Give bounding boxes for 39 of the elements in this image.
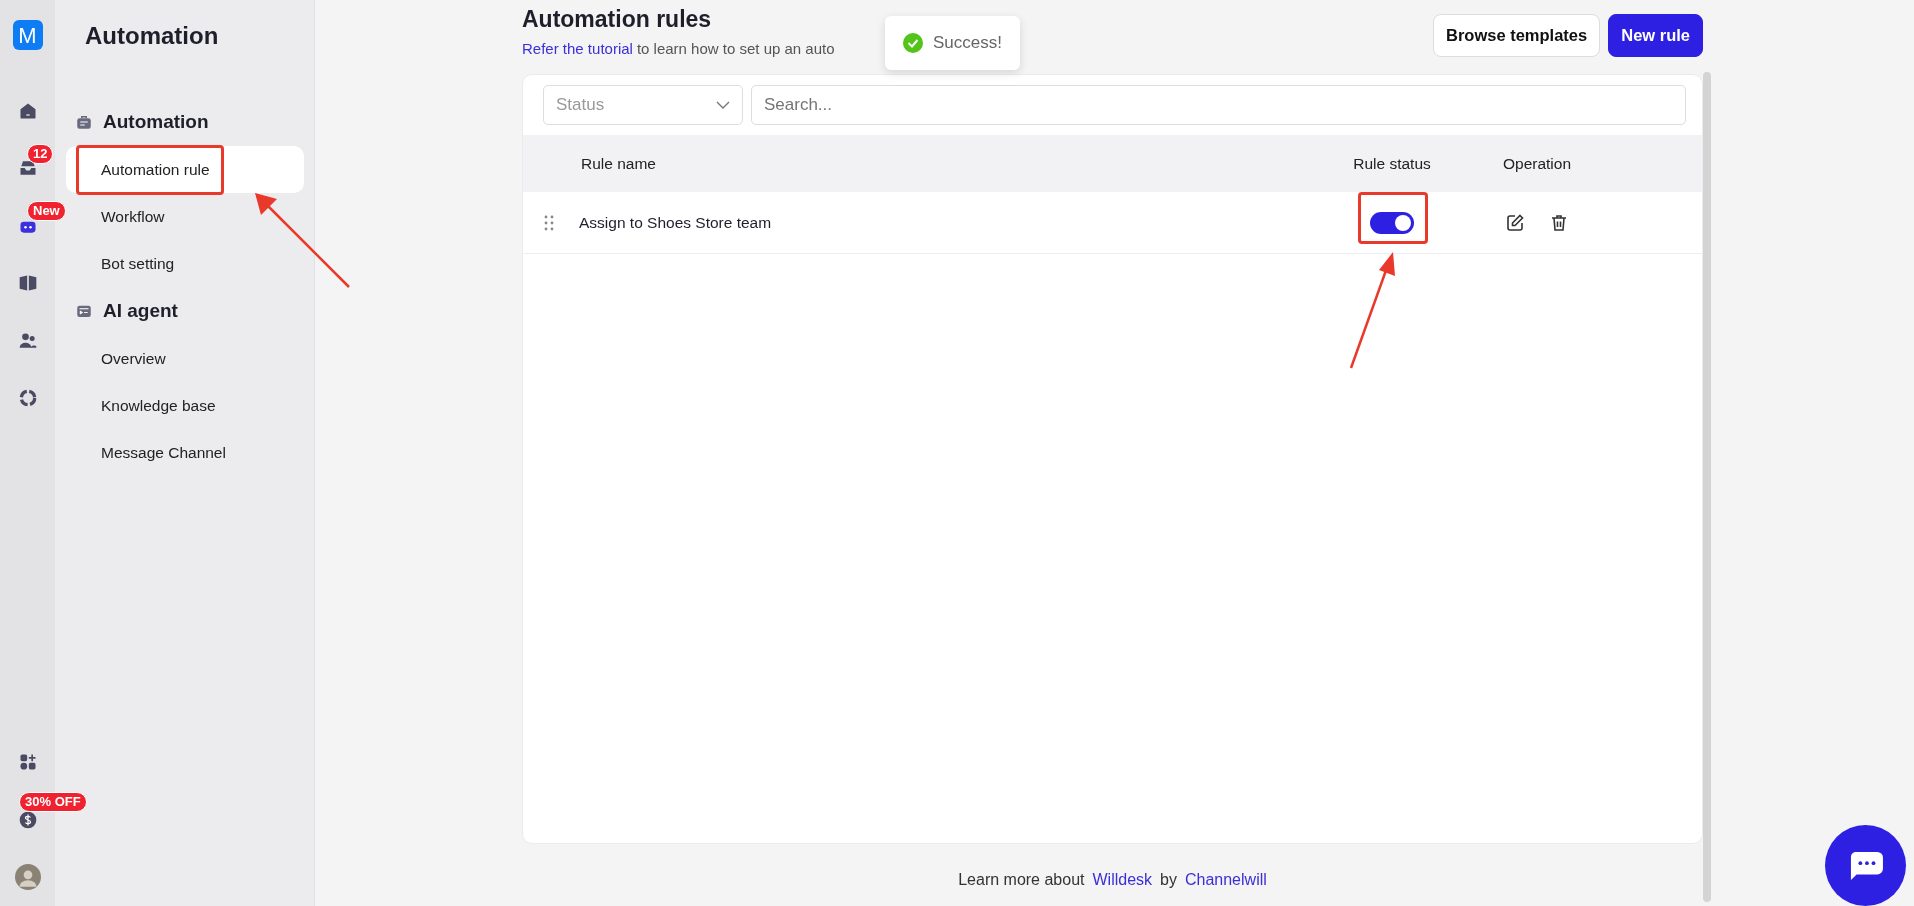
tutorial-link[interactable]: Refer the tutorial bbox=[522, 37, 633, 61]
notification-badge: 30% OFF bbox=[19, 792, 87, 812]
rule-status-toggle[interactable] bbox=[1370, 211, 1414, 234]
sidebar-item[interactable]: Workflow bbox=[66, 193, 304, 240]
section-heading: AI agent bbox=[103, 298, 178, 323]
sidebar-item[interactable]: Overview bbox=[66, 335, 304, 382]
chevron-down-icon bbox=[716, 101, 730, 110]
section-heading: Automation bbox=[103, 109, 209, 134]
sidebar-item[interactable]: Knowledge base bbox=[66, 382, 304, 429]
footer-text: Learn more about bbox=[958, 870, 1085, 891]
notification-badge: New bbox=[27, 201, 66, 221]
app-logo[interactable]: M bbox=[12, 20, 43, 50]
dollar-icon[interactable] bbox=[17, 809, 38, 830]
notification-badge: 12 bbox=[27, 143, 54, 164]
scrollbar[interactable] bbox=[1703, 72, 1711, 902]
check-icon bbox=[903, 32, 923, 53]
rule-name: Assign to Shoes Store team bbox=[579, 213, 772, 231]
sidebar-title: Automation bbox=[85, 21, 220, 51]
toast-message: Success! bbox=[933, 32, 1002, 54]
column-header: Rule name bbox=[580, 153, 657, 174]
avatar-icon[interactable] bbox=[14, 864, 41, 891]
search-field[interactable]: Search... bbox=[751, 85, 1686, 126]
sidebar-item[interactable]: Bot setting bbox=[66, 240, 304, 287]
trash-icon[interactable] bbox=[1549, 212, 1569, 233]
briefcase-icon bbox=[75, 113, 93, 131]
pie-chart-icon[interactable] bbox=[17, 388, 38, 409]
column-header: Rule status bbox=[1352, 153, 1432, 174]
footer-text: by bbox=[1160, 870, 1177, 891]
footer-link[interactable]: Channelwill bbox=[1184, 868, 1267, 893]
page-subtitle: to learn how to set up an auto bbox=[636, 38, 835, 59]
sidebar-item[interactable]: Automation rule bbox=[66, 146, 304, 193]
sidebar-item[interactable]: Message Channel bbox=[66, 429, 304, 476]
browse-templates-button[interactable]: Browse templates bbox=[1433, 14, 1601, 57]
footer-link[interactable]: Willdesk bbox=[1092, 868, 1153, 893]
column-header: Operation bbox=[1501, 153, 1573, 174]
page-title: Automation rules bbox=[522, 6, 713, 34]
new-rule-button[interactable]: New rule bbox=[1608, 14, 1703, 57]
drag-handle-icon[interactable] bbox=[544, 214, 554, 231]
edit-icon[interactable] bbox=[1505, 212, 1525, 233]
